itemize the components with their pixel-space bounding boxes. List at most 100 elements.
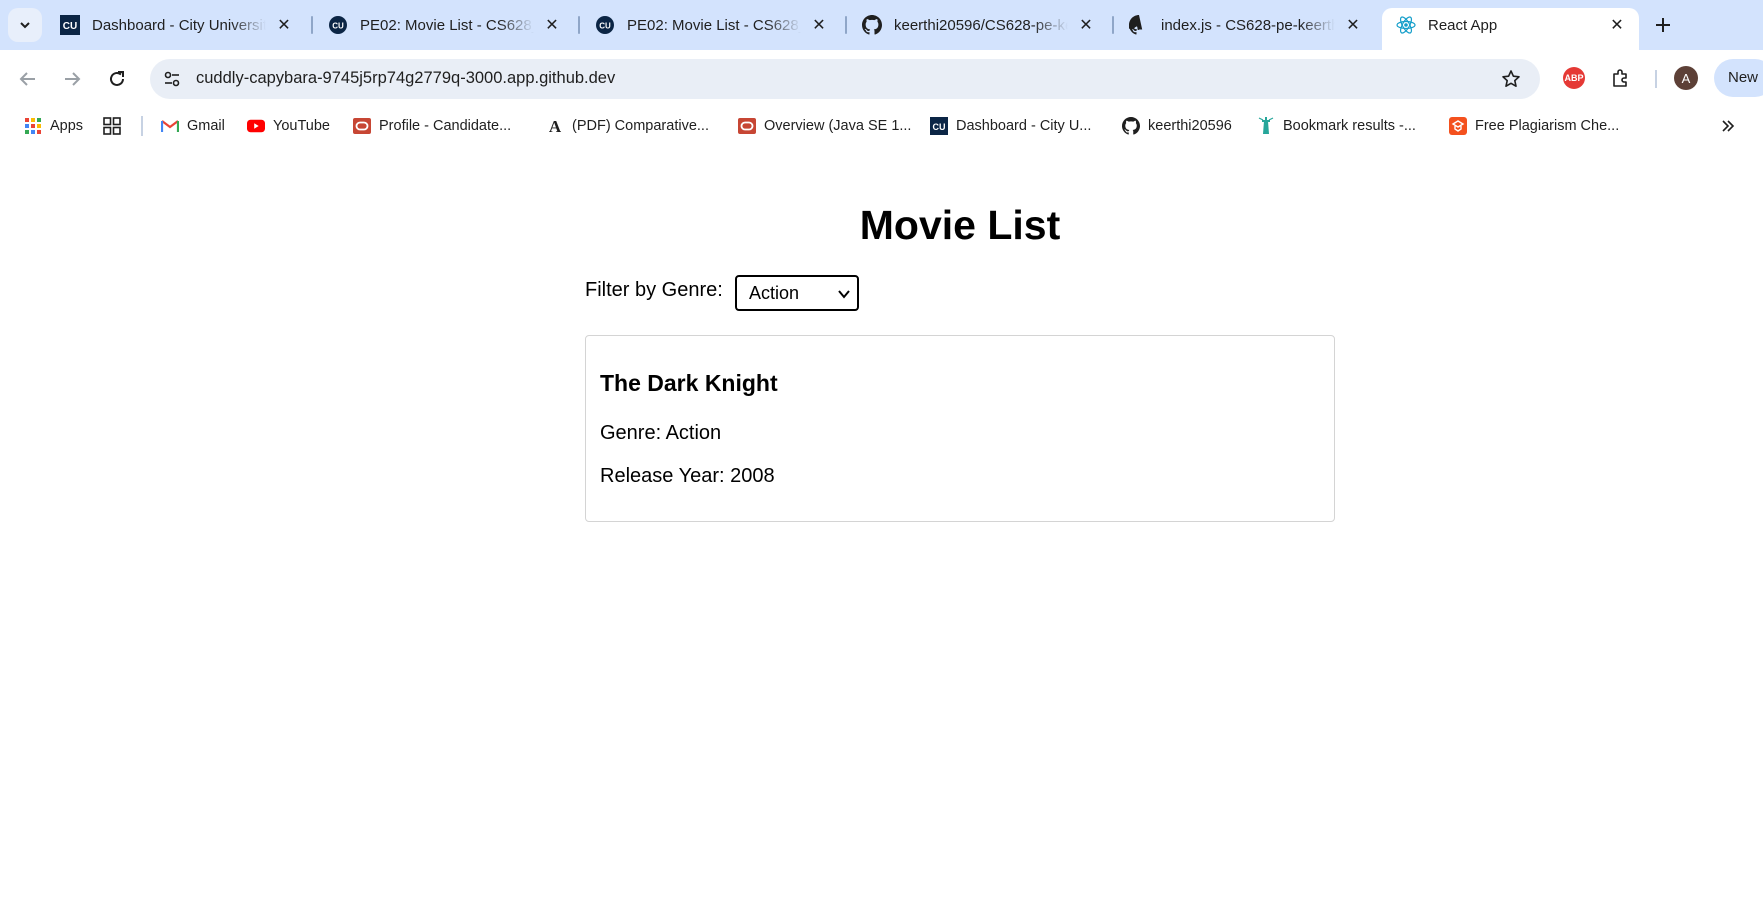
bookmarks-overflow-button[interactable] (1716, 114, 1740, 138)
tab-separator (311, 16, 313, 34)
close-icon[interactable]: ✕ (1076, 15, 1096, 35)
bookmark-results[interactable]: Bookmark results -... (1257, 114, 1416, 138)
close-icon[interactable]: ✕ (809, 15, 829, 35)
tab-separator (578, 16, 580, 34)
bookmark-label: Bookmark results -... (1283, 118, 1416, 134)
gmail-icon (161, 117, 179, 135)
bookmark-label: Free Plagiarism Che... (1475, 118, 1620, 134)
chevron-double-right-icon (1722, 120, 1735, 132)
cu-round-icon: CU (328, 15, 348, 35)
cu-round-icon: CU (595, 15, 615, 35)
tab-search-button[interactable] (8, 8, 42, 42)
svg-text:A: A (549, 117, 562, 135)
tab-pe02-movie-list-1[interactable]: CU PE02: Movie List - CS628_0 ✕ (314, 8, 574, 42)
tab-index-js[interactable]: index.js - CS628-pe-keerth ✕ (1115, 8, 1375, 42)
oracle-icon (353, 117, 371, 135)
react-icon (1396, 15, 1416, 35)
chevron-down-icon (838, 290, 850, 299)
back-button[interactable] (13, 64, 43, 94)
tab-separator (1112, 16, 1114, 34)
bookmark-star-icon[interactable] (1499, 67, 1523, 91)
oracle-icon (738, 117, 756, 135)
bookmarks-separator (141, 116, 143, 136)
tab-separator (845, 16, 847, 34)
genre-select[interactable]: Action (735, 275, 859, 311)
bookmark-label: Dashboard - City U... (956, 118, 1092, 134)
tab-title: PE02: Movie List - CS628_0 (627, 16, 801, 34)
movie-genre: Genre: Action (600, 422, 722, 444)
cu-logo-icon: CU (930, 117, 948, 135)
apps-grid-icon (24, 117, 42, 135)
genre-filter-label: Filter by Genre: (585, 279, 723, 301)
plus-icon (1656, 18, 1670, 32)
academia-icon: A (546, 117, 564, 135)
bookmark-label: Overview (Java SE 1... (764, 118, 912, 134)
new-chip-label: New (1728, 69, 1759, 86)
tab-title: React App (1428, 16, 1498, 34)
tab-pe02-movie-list-2[interactable]: CU PE02: Movie List - CS628_0 ✕ (581, 8, 841, 42)
bookmark-apps[interactable]: Apps (24, 114, 83, 138)
genre-select-value: Action (749, 283, 800, 303)
tab-title: Dashboard - City University (92, 16, 266, 34)
bookmark-free-plagiarism[interactable]: Free Plagiarism Che... (1449, 114, 1619, 138)
tab-title: index.js - CS628-pe-keerth (1161, 16, 1335, 34)
github-icon (1122, 117, 1140, 135)
avatar-initial: A (1681, 70, 1691, 86)
extensions-puzzle-icon[interactable] (1608, 66, 1632, 90)
abp-label: ABP (1564, 73, 1584, 83)
plagiarism-icon (1449, 117, 1467, 135)
address-bar[interactable]: cuddly-capybara-9745j5rp74g2779q-3000.ap… (150, 59, 1540, 99)
bookmark-profile-candidate[interactable]: Profile - Candidate... (353, 114, 511, 138)
tab-strip: CU Dashboard - City University ✕ CU PE02… (0, 0, 1763, 50)
svg-text:CU: CU (332, 22, 344, 31)
reload-icon (110, 71, 124, 86)
new-chrome-chip[interactable]: New (1714, 59, 1763, 97)
profile-avatar[interactable]: A (1674, 66, 1698, 90)
cu-logo-icon: CU (60, 15, 80, 35)
bookmark-label: keerthi20596 (1148, 118, 1232, 134)
svg-text:CU: CU (933, 122, 946, 132)
close-icon[interactable]: ✕ (274, 15, 294, 35)
github-icon (862, 15, 882, 35)
tab-title: PE02: Movie List - CS628_0 (360, 16, 534, 34)
bookmark-keerthi20596[interactable]: keerthi20596 (1122, 114, 1232, 138)
github-icon (1129, 15, 1149, 35)
url-text[interactable]: cuddly-capybara-9745j5rp74g2779q-3000.ap… (196, 69, 615, 88)
lighthouse-icon (1257, 117, 1275, 135)
browser-toolbar: cuddly-capybara-9745j5rp74g2779q-3000.ap… (0, 50, 1763, 108)
bookmarks-bar: Apps Gmail YouTube Profile - Candidate..… (0, 108, 1763, 144)
movie-release-year: Release Year: 2008 (600, 465, 775, 487)
tab-groups-icon (103, 117, 121, 135)
close-icon[interactable]: ✕ (542, 15, 562, 35)
close-icon[interactable]: ✕ (1607, 15, 1627, 35)
tab-react-app[interactable]: React App ✕ (1382, 8, 1639, 50)
bookmark-youtube[interactable]: YouTube (247, 114, 330, 138)
bookmark-label: Apps (50, 118, 84, 134)
tab-github-repo[interactable]: keerthi20596/CS628-pe-ke ✕ (848, 8, 1108, 42)
bookmark-label: Profile - Candidate... (379, 118, 512, 134)
page-viewport: Movie List Filter by Genre: Action The D… (0, 144, 1763, 900)
close-icon[interactable]: ✕ (1343, 15, 1363, 35)
bookmark-tab-groups[interactable] (103, 114, 129, 138)
adblock-plus-extension-icon[interactable]: ABP (1563, 67, 1585, 89)
movie-title: The Dark Knight (600, 370, 778, 396)
tab-dashboard-city-university[interactable]: CU Dashboard - City University ✕ (46, 8, 306, 42)
bookmark-pdf-comparative[interactable]: A (PDF) Comparative... (546, 114, 709, 138)
toolbar-separator (1655, 70, 1657, 88)
new-tab-button[interactable] (1648, 10, 1678, 40)
page-title: Movie List (859, 202, 1061, 248)
bookmark-overview-java[interactable]: Overview (Java SE 1... (738, 114, 911, 138)
reload-button[interactable] (102, 64, 132, 94)
arrow-right-icon (65, 72, 81, 86)
bookmark-label: (PDF) Comparative... (572, 118, 709, 134)
tab-title: keerthi20596/CS628-pe-ke (894, 16, 1068, 34)
bookmark-gmail[interactable]: Gmail (161, 114, 225, 138)
forward-button[interactable] (57, 64, 87, 94)
site-settings-icon[interactable] (160, 67, 184, 91)
bookmark-dashboard-city-u[interactable]: CU Dashboard - City U... (930, 114, 1091, 138)
youtube-icon (247, 117, 265, 135)
arrow-left-icon (19, 72, 35, 86)
svg-text:CU: CU (599, 22, 611, 31)
movie-card: The Dark Knight Genre: Action Release Ye… (585, 335, 1335, 522)
chevron-down-icon (20, 22, 30, 29)
